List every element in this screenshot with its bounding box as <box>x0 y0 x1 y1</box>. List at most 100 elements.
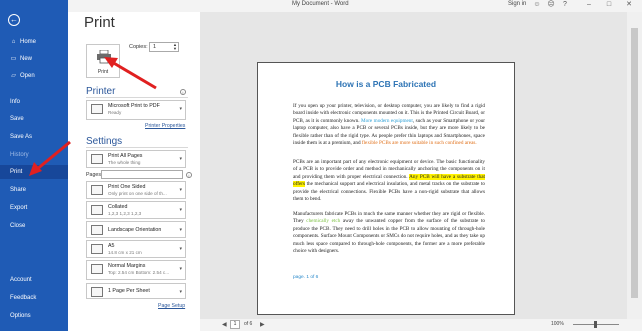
chevron-down-icon: ▾ <box>179 289 182 295</box>
smiley-icon[interactable]: ☺ <box>532 0 542 10</box>
setting-label: 1 Page Per Sheet <box>108 288 150 294</box>
setting-label: Collated <box>108 204 128 210</box>
copies-label: Copies: <box>129 44 148 50</box>
printer-device-icon <box>91 104 103 114</box>
collated-icon <box>91 205 103 215</box>
zoom-level: 100% <box>551 321 564 327</box>
print-button[interactable]: Print <box>86 44 120 78</box>
nav-feedback[interactable]: Feedback <box>0 291 68 305</box>
minimize-icon[interactable]: – <box>584 0 594 10</box>
print-range-select[interactable]: Print All Pages The whole thing ▾ <box>86 150 186 168</box>
paper-size-icon <box>91 244 103 254</box>
nav-options[interactable]: Options <box>0 309 68 323</box>
settings-heading: Settings <box>86 136 123 147</box>
landscape-icon <box>91 225 103 235</box>
divider <box>86 97 188 98</box>
page-number-input[interactable]: 1 <box>230 320 240 329</box>
nav-account[interactable]: Account <box>0 273 68 287</box>
back-arrow-icon[interactable]: ← <box>8 14 20 26</box>
printer-properties-link[interactable]: Printer Properties <box>145 123 185 129</box>
setting-label: Landscape Orientation <box>108 227 162 233</box>
previous-page-icon[interactable]: ◀ <box>222 321 227 328</box>
printer-icon <box>97 50 111 64</box>
collation-select[interactable]: Collated 1,2,3 1,2,3 1,2,3 ▾ <box>86 201 186 219</box>
orientation-select[interactable]: Landscape Orientation ▾ <box>86 221 186 238</box>
sign-in-link[interactable]: Sign in <box>508 1 526 7</box>
page-title: Print <box>84 14 115 31</box>
scrollbar-thumb[interactable] <box>631 28 638 298</box>
restore-icon[interactable]: □ <box>604 0 614 10</box>
page-setup-link[interactable]: Page Setup <box>158 303 185 309</box>
chevron-down-icon: ▾ <box>179 227 182 233</box>
copies-value: 1 <box>153 44 157 50</box>
preview-status-bar: ◀ 1 of 6 ▶ 100% <box>200 319 642 331</box>
setting-label: Normal Margins <box>108 263 146 269</box>
frown-icon[interactable]: ☹ <box>546 0 556 10</box>
chevron-down-icon: ▾ <box>179 207 182 213</box>
title-bar: My Document - Word Sign in ☺ ☹ ? – □ ✕ <box>0 0 642 12</box>
print-button-label: Print <box>97 69 109 75</box>
printer-heading: Printer <box>86 86 116 97</box>
nav-save[interactable]: Save <box>0 112 68 126</box>
page-indicator: page. 1 of 6 <box>293 275 319 280</box>
nav-export[interactable]: Export <box>0 201 68 215</box>
setting-label: Print One Sided <box>108 184 146 190</box>
zoom-slider-handle[interactable] <box>594 321 597 328</box>
nav-close[interactable]: Close <box>0 219 68 233</box>
chevron-down-icon: ▾ <box>179 266 182 272</box>
setting-detail: 1,2,3 1,2,3 1,2,3 <box>108 211 142 216</box>
document-paragraph: If you open up your printer, television,… <box>293 103 485 147</box>
nav-open-label: Open <box>20 73 35 79</box>
printer-select[interactable]: Microsoft Print to PDF Ready ▾ <box>86 100 186 120</box>
setting-label: A5 <box>108 243 115 249</box>
nav-new-label: New <box>20 56 33 62</box>
close-icon[interactable]: ✕ <box>624 0 634 10</box>
printer-status: Ready <box>108 110 122 115</box>
nav-open[interactable]: ▱ Open <box>0 69 68 83</box>
chevron-down-icon: ▾ <box>179 156 182 162</box>
info-icon[interactable]: i <box>186 172 192 178</box>
preview-page: How is a PCB Fabricated If you open up y… <box>257 62 515 315</box>
nav-history[interactable]: History <box>0 148 68 162</box>
preview-scrollbar[interactable] <box>627 12 642 319</box>
nav-save-as[interactable]: Save As <box>0 130 68 144</box>
pages-icon <box>91 154 103 164</box>
printer-name: Microsoft Print to PDF <box>108 103 160 109</box>
document-paragraph: Manufacturers fabricate PCBs in much the… <box>293 211 485 255</box>
copies-input[interactable]: 1 ▲ ▼ <box>149 42 179 52</box>
chevron-down-icon: ▾ <box>179 246 182 252</box>
document-paragraph: PCBs are an important part of any electr… <box>293 159 485 203</box>
nav-print[interactable]: Print <box>0 165 68 179</box>
next-page-icon[interactable]: ▶ <box>260 321 265 328</box>
setting-detail: The whole thing <box>108 160 141 165</box>
setting-detail: 14.8 cm x 21 cm <box>108 250 142 255</box>
window-title: My Document - Word <box>292 1 349 7</box>
one-sided-icon <box>91 185 103 195</box>
new-icon: ▭ <box>10 56 17 62</box>
pages-per-sheet-icon <box>91 287 103 297</box>
home-icon: ⌂ <box>11 39 16 45</box>
pages-input[interactable] <box>101 170 183 179</box>
document-heading: How is a PCB Fabricated <box>335 79 437 89</box>
chevron-down-icon: ▾ <box>179 106 182 112</box>
nav-home-label: Home <box>20 39 37 45</box>
margins-icon <box>91 264 103 274</box>
divider <box>86 147 188 148</box>
chevron-down-icon: ▾ <box>179 187 182 193</box>
paper-size-select[interactable]: A5 14.8 cm x 21 cm ▾ <box>86 240 186 258</box>
info-icon[interactable]: i <box>180 89 186 95</box>
page-count: of 6 <box>244 321 253 327</box>
nav-new[interactable]: ▭ New <box>0 52 68 66</box>
open-icon: ▱ <box>11 73 16 79</box>
nav-share[interactable]: Share <box>0 183 68 197</box>
backstage-nav: ← ⌂ Home ▭ New ▱ Open Info Save Save As … <box>0 0 68 331</box>
copies-spinner[interactable]: ▲ ▼ <box>173 43 177 51</box>
margins-select[interactable]: Normal Margins Top: 2.54 cm Bottom: 2.54… <box>86 260 186 280</box>
help-icon[interactable]: ? <box>560 0 570 10</box>
nav-home[interactable]: ⌂ Home <box>0 35 68 49</box>
nav-info[interactable]: Info <box>0 95 68 109</box>
setting-label: Print All Pages <box>108 153 143 159</box>
sides-select[interactable]: Print One Sided Only print on one side o… <box>86 181 186 199</box>
setting-detail: Top: 2.54 cm Bottom: 2.54 c... <box>108 270 170 275</box>
pages-per-sheet-select[interactable]: 1 Page Per Sheet ▾ <box>86 283 186 299</box>
